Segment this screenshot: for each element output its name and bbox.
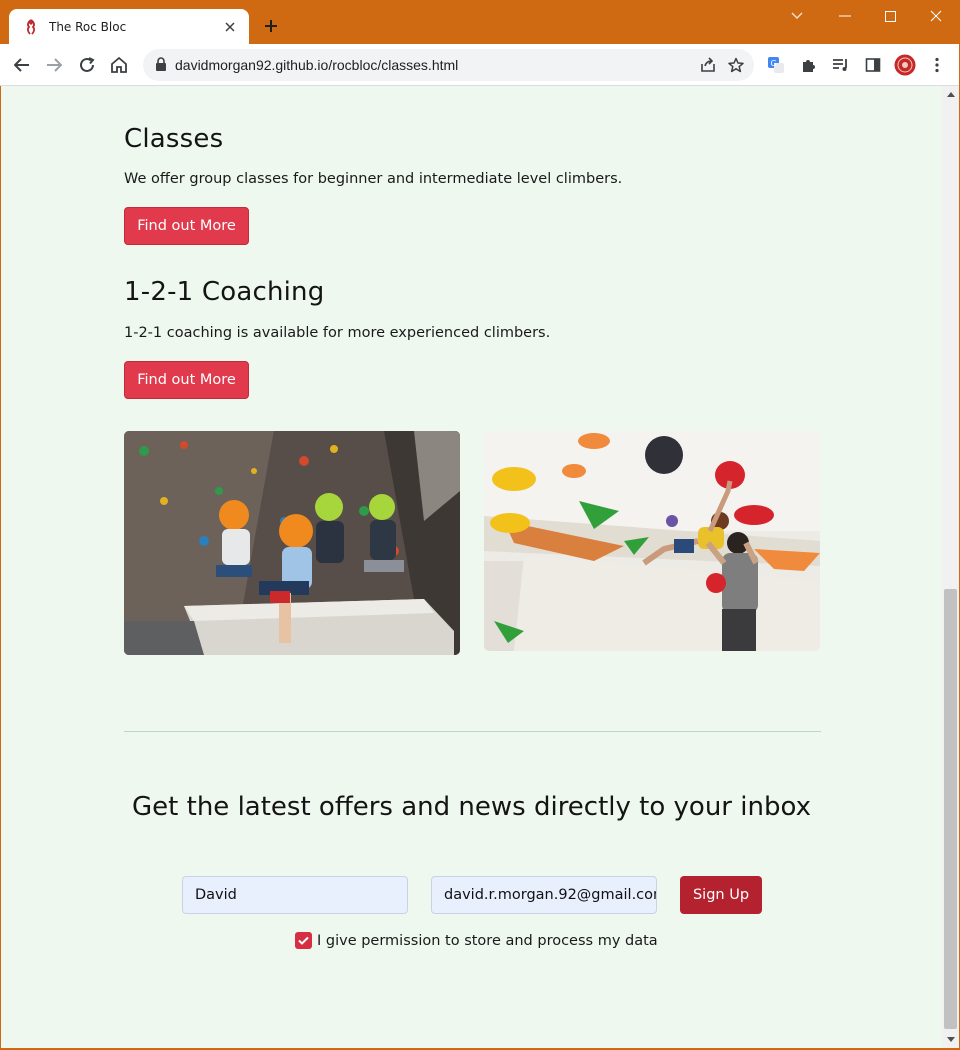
email-input[interactable]: david.r.morgan.92@gmail.com (431, 876, 657, 914)
media-queue-icon[interactable] (827, 51, 855, 79)
climber-favicon-icon (23, 18, 39, 35)
browser-titlebar: The Roc Bloc (0, 0, 960, 44)
page-viewport: Classes We offer group classes for begin… (1, 86, 942, 1048)
forward-arrow-icon[interactable] (40, 51, 68, 79)
back-arrow-icon[interactable] (8, 51, 36, 79)
minimize-icon[interactable] (822, 0, 868, 32)
coaching-description: 1-2-1 coaching is available for more exp… (124, 325, 551, 341)
close-tab-icon[interactable] (221, 18, 239, 36)
browser-tab-active[interactable]: The Roc Bloc (9, 9, 249, 44)
browser-toolbar: davidmorgan92.github.io/rocbloc/classes.… (0, 44, 960, 86)
page-scrollbar[interactable] (942, 86, 959, 1048)
url-text[interactable]: davidmorgan92.github.io/rocbloc/classes.… (175, 57, 694, 73)
consent-checkbox[interactable] (295, 932, 312, 949)
translate-extension-icon[interactable]: G (762, 51, 790, 79)
section-divider (124, 731, 821, 732)
reload-icon[interactable] (73, 51, 101, 79)
scrollbar-thumb[interactable] (944, 589, 957, 1029)
window-border-left (0, 86, 1, 1048)
address-bar[interactable]: davidmorgan92.github.io/rocbloc/classes.… (143, 49, 754, 81)
classes-find-out-more-button[interactable]: Find out More (124, 207, 249, 245)
checkmark-icon (298, 936, 309, 945)
scroll-up-arrow-icon[interactable] (942, 86, 959, 103)
coaching-find-out-more-button[interactable]: Find out More (124, 361, 249, 399)
consent-label[interactable]: I give permission to store and process m… (317, 933, 658, 949)
more-menu-icon[interactable] (923, 51, 951, 79)
newsletter-heading: Get the latest offers and news directly … (132, 792, 811, 822)
lock-icon[interactable] (155, 56, 167, 75)
consent-row: I give permission to store and process m… (295, 932, 658, 949)
tab-search-chevron-down-icon[interactable] (774, 0, 820, 32)
side-panel-icon[interactable] (859, 51, 887, 79)
kids-climbing-class-photo (124, 431, 460, 655)
scroll-down-arrow-icon[interactable] (942, 1031, 959, 1048)
bookmark-star-icon[interactable] (722, 51, 750, 79)
maximize-icon[interactable] (867, 0, 913, 32)
sign-up-button[interactable]: Sign Up (680, 876, 762, 914)
profile-avatar-icon[interactable] (891, 51, 919, 79)
coaching-heading: 1-2-1 Coaching (124, 277, 325, 307)
bouldering-climber-photo (484, 431, 820, 651)
new-tab-icon[interactable] (258, 13, 284, 39)
name-input[interactable]: David (182, 876, 408, 914)
classes-description: We offer group classes for beginner and … (124, 171, 623, 187)
tab-title: The Roc Bloc (49, 19, 127, 34)
svg-text:G: G (771, 59, 777, 68)
share-icon[interactable] (694, 51, 722, 79)
classes-heading: Classes (124, 124, 224, 154)
home-icon[interactable] (105, 51, 133, 79)
close-window-icon[interactable] (913, 0, 959, 32)
extensions-puzzle-icon[interactable] (795, 51, 823, 79)
